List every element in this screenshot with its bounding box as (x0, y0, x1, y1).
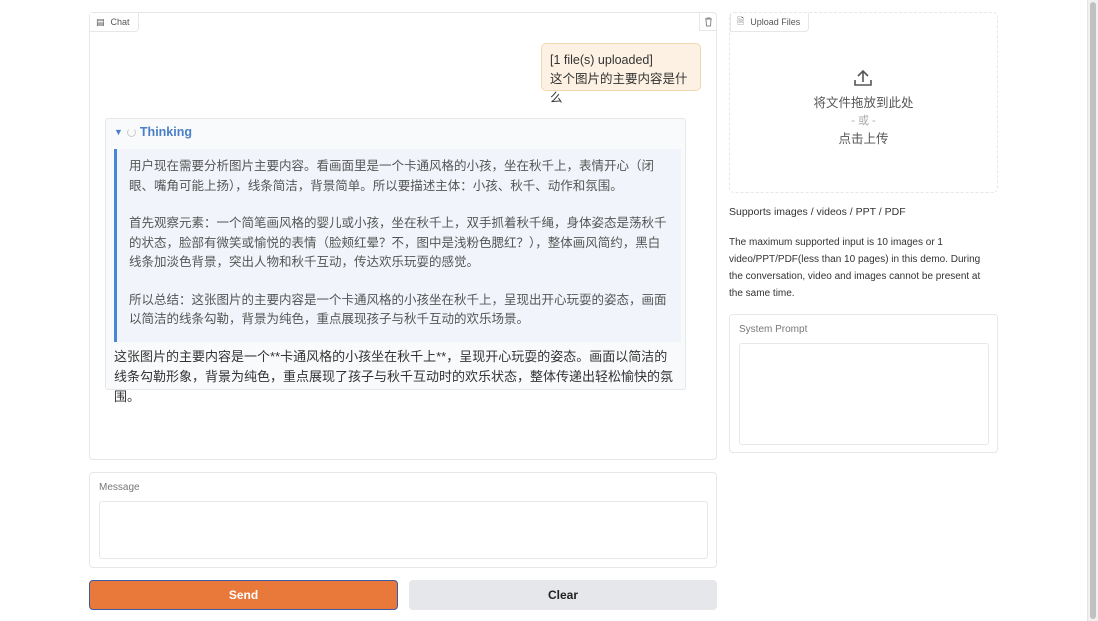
user-message-line: [1 file(s) uploaded] (550, 53, 653, 67)
clear-chat-trash-button[interactable] (699, 13, 716, 31)
thinking-paragraph: 首先观察元素：一个简笔画风格的婴儿或小孩，坐在秋千上，双手抓着秋千绳，身体姿态是… (129, 216, 667, 269)
thinking-toggle[interactable]: ▼ Thinking (114, 125, 192, 139)
chat-icon: ▤ (96, 16, 105, 27)
chat-label: ▤ Chat (90, 13, 139, 32)
system-prompt-label: System Prompt (739, 324, 808, 335)
spinner-icon (126, 127, 136, 137)
upload-label: 🗎 Upload Files (730, 13, 810, 32)
trash-icon (704, 17, 712, 26)
system-prompt-input[interactable] (739, 343, 989, 445)
message-label: Message (99, 482, 140, 493)
triangle-down-icon: ▼ (114, 127, 123, 137)
user-message-bubble: [1 file(s) uploaded] 这个图片的主要内容是什么 (541, 43, 701, 105)
user-message-line: 这个图片的主要内容是什么 (550, 72, 688, 105)
send-button[interactable]: Send (89, 580, 398, 610)
scrollbar-thumb[interactable] (1090, 2, 1096, 619)
thinking-paragraph: 所以总结：这张图片的主要内容是一个卡通风格的小孩坐在秋千上，呈现出开心玩耍的姿态… (129, 292, 667, 327)
message-panel: Message (89, 472, 717, 568)
scrollbar[interactable] (1087, 0, 1098, 621)
clear-button[interactable]: Clear (409, 580, 717, 610)
bot-message: ▼ Thinking 用户现在需要分析图片主要内容。看画面里是一个卡通风格的小孩… (105, 118, 686, 404)
upload-dropzone[interactable]: 🗎 Upload Files 将文件拖放到此处 - 或 - 点击上传 (729, 12, 998, 193)
drop-text: 将文件拖放到此处 (813, 96, 914, 110)
or-text: - 或 - (851, 115, 876, 127)
thinking-paragraph: 用户现在需要分析图片主要内容。看画面里是一个卡通风格的小孩，坐在秋千上，表情开心… (129, 159, 655, 193)
notice-text: The maximum supported input is 10 images… (729, 237, 981, 299)
system-prompt-panel: System Prompt (729, 314, 998, 453)
file-icon: 🗎 (737, 16, 745, 26)
click-upload-text: 点击上传 (838, 132, 889, 146)
supports-text: Supports images / videos / PPT / PDF (729, 206, 906, 218)
thinking-content: 用户现在需要分析图片主要内容。看画面里是一个卡通风格的小孩，坐在秋千上，表情开心… (114, 149, 681, 342)
message-input[interactable] (99, 501, 708, 559)
upload-icon (854, 69, 872, 86)
answer-text: 这张图片的主要内容是一个**卡通风格的小孩坐在秋千上**，呈现开心玩耍的姿态。画… (114, 349, 674, 404)
